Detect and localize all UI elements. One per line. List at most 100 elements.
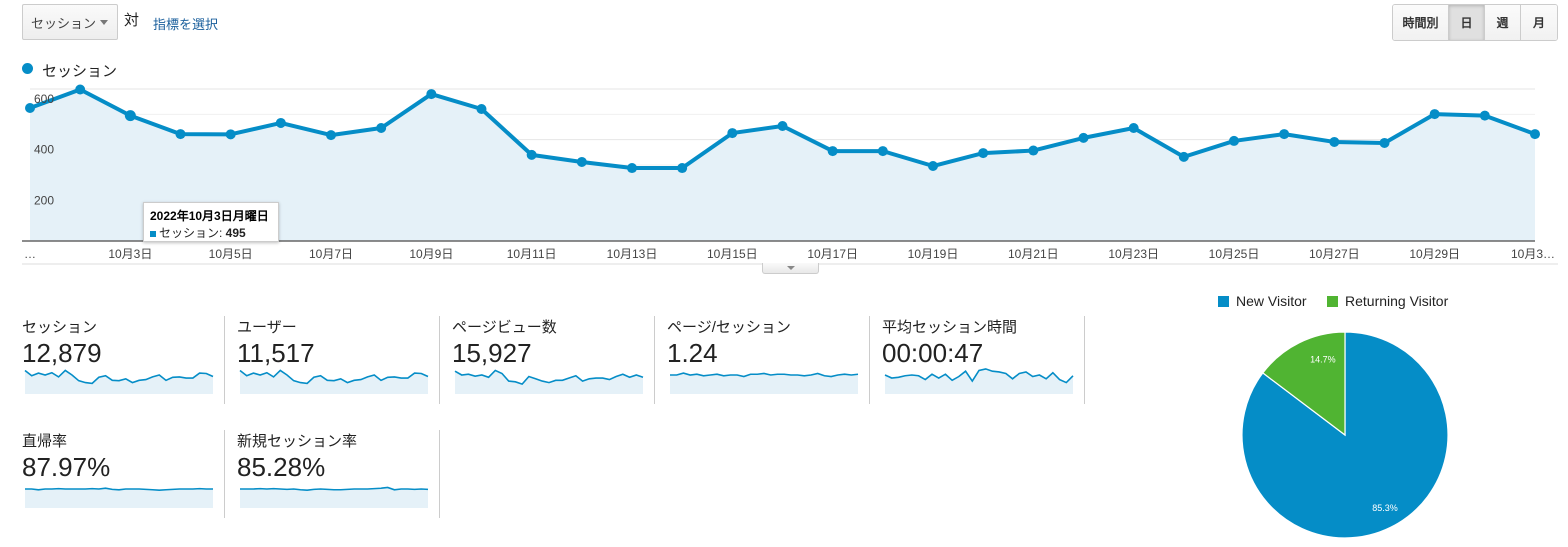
metric-sparkline [239, 369, 429, 394]
metric-sparkline [454, 369, 644, 394]
data-point[interactable] [376, 123, 387, 134]
data-point[interactable] [727, 128, 738, 139]
metric-label: ユーザー [237, 319, 297, 336]
tile-divider [869, 316, 870, 404]
x-tick-label: 10月3日 [108, 247, 152, 261]
y-tick-label: 400 [34, 143, 54, 157]
metric-sparkline [670, 372, 859, 394]
series-swatch-icon [150, 230, 156, 237]
metric-label: ページビュー数 [452, 319, 557, 336]
data-point[interactable] [576, 156, 587, 167]
pie-legend-new-visitor[interactable]: New Visitor [1218, 293, 1307, 309]
metric-sparkline [240, 486, 429, 508]
data-point[interactable] [326, 130, 336, 141]
metric-tile[interactable]: セッション 12,879 [22, 316, 237, 406]
data-point[interactable] [1078, 132, 1089, 143]
data-point[interactable] [426, 89, 437, 100]
metric-label: 直帰率 [22, 433, 68, 450]
data-point[interactable] [1379, 137, 1390, 148]
chart-collapse-toggle[interactable] [762, 263, 819, 274]
metric-value: 87.97% [22, 452, 111, 482]
period-button-day[interactable]: 日 [1448, 5, 1484, 40]
metric-select[interactable]: セッション [22, 4, 118, 40]
triangle-down-icon [787, 266, 795, 270]
pie-legend-label: Returning Visitor [1345, 293, 1449, 309]
data-point[interactable] [627, 163, 637, 174]
x-tick-label: 10月13日 [607, 247, 658, 261]
tooltip-value: 495 [225, 226, 246, 240]
metric-value: 85.28% [237, 452, 326, 482]
data-point[interactable] [275, 117, 286, 128]
tile-divider [654, 316, 655, 404]
select-metric-link[interactable]: 指標を選択 [153, 14, 218, 33]
legend-swatch-icon [1218, 295, 1229, 307]
x-tick-label: 10月7日 [309, 247, 353, 261]
metric-label: セッション [22, 319, 98, 336]
tile-divider [224, 316, 225, 404]
metric-value: 12,879 [22, 338, 102, 368]
data-point[interactable] [978, 148, 989, 159]
x-tick-label: 10月21日 [1008, 247, 1059, 261]
x-tick-label: 10月27日 [1309, 247, 1360, 261]
metric-tile[interactable]: ユーザー 11,517 [237, 316, 452, 406]
data-point[interactable] [75, 84, 86, 95]
data-point[interactable] [677, 163, 688, 174]
tooltip-series-label: セッション: [159, 226, 226, 240]
pie-legend-label: New Visitor [1236, 293, 1307, 309]
vs-label: 対 [124, 12, 140, 29]
data-point[interactable] [1429, 109, 1440, 120]
period-button-month[interactable]: 月 [1520, 5, 1557, 40]
data-point[interactable] [1178, 151, 1189, 162]
legend-swatch-icon [1327, 295, 1338, 307]
data-point[interactable] [827, 146, 838, 157]
x-tick-label: 10月23日 [1108, 247, 1159, 261]
legend-dot-icon [22, 63, 33, 74]
metric-value: 11,517 [237, 338, 315, 368]
pie-legend-returning-visitor[interactable]: Returning Visitor [1327, 293, 1448, 309]
metric-tile[interactable]: ページビュー数 15,927 [452, 316, 667, 406]
x-tick-label: 10月5日 [209, 247, 253, 261]
x-tick-label: 10月3… [1511, 247, 1555, 261]
data-point[interactable] [928, 161, 938, 172]
data-point[interactable] [476, 104, 487, 115]
metric-sparkline [24, 369, 214, 394]
y-tick-label: 600 [34, 92, 54, 106]
visitor-type-pie-chart[interactable]: 85.3% 14.7% [1230, 320, 1460, 547]
period-button-hourly[interactable]: 時間別 [1393, 5, 1448, 40]
data-point[interactable] [877, 146, 888, 157]
data-point[interactable] [175, 129, 186, 140]
period-button-week[interactable]: 週 [1484, 5, 1520, 40]
tile-divider [224, 430, 225, 518]
metric-label: ページ/セッション [667, 319, 791, 336]
metric-value: 15,927 [452, 338, 532, 368]
sparkline-area [885, 368, 1073, 394]
data-point[interactable] [1530, 129, 1540, 140]
x-tick-label: 10月29日 [1409, 247, 1460, 261]
x-tick-label: 10月15日 [707, 247, 758, 261]
data-point[interactable] [526, 149, 537, 160]
data-point[interactable] [1279, 129, 1290, 140]
data-point[interactable] [1329, 136, 1340, 147]
data-point[interactable] [225, 129, 236, 140]
metric-tile[interactable]: 直帰率 87.97% [22, 430, 237, 520]
metric-value: 00:00:47 [882, 338, 984, 368]
data-point[interactable] [777, 120, 788, 131]
metric-tile[interactable]: 新規セッション率 85.28% [237, 430, 452, 520]
x-tick-label: 10月9日 [409, 247, 453, 261]
metric-tile[interactable]: ページ/セッション 1.24 [667, 316, 882, 406]
tile-divider [439, 430, 440, 518]
pie-slice-label: 85.3% [1372, 503, 1398, 513]
period-toggle-group: 時間別 日 週 月 [1392, 4, 1558, 41]
data-point[interactable] [1028, 145, 1039, 156]
data-point[interactable] [1229, 135, 1239, 146]
tile-divider [439, 316, 440, 404]
data-point[interactable] [1128, 123, 1139, 134]
data-point[interactable] [1479, 110, 1490, 121]
chart-legend-label: セッション [42, 63, 118, 80]
data-point[interactable] [124, 110, 136, 122]
pie-slice-label: 14.7% [1310, 354, 1336, 364]
metric-value: 1.24 [667, 338, 718, 368]
x-tick-label: 10月17日 [807, 247, 858, 261]
tooltip-date: 2022年10月3日月曜日 [150, 209, 269, 223]
metric-tile[interactable]: 平均セッション時間 00:00:47 [882, 316, 1097, 406]
